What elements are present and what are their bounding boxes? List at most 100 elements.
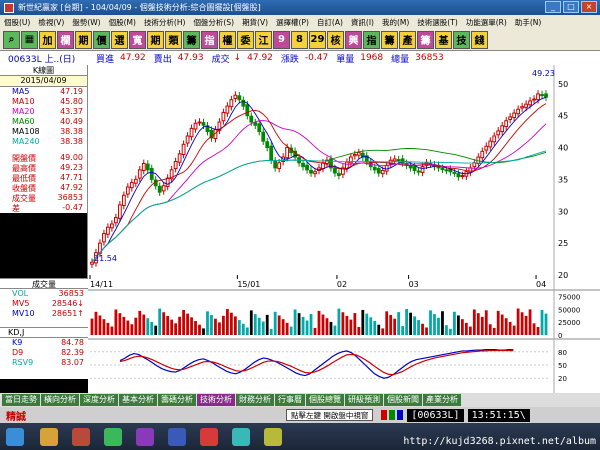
app-icon-3[interactable] <box>136 428 154 446</box>
menu-item-9[interactable]: 資訊(I) <box>347 17 378 28</box>
toolbar-button-0[interactable]: 加 <box>39 30 56 49</box>
menu-item-13[interactable]: 助手(N) <box>511 17 545 28</box>
menu-item-10[interactable]: 我的(M) <box>378 17 413 28</box>
quote-value: -0.47 <box>62 203 83 212</box>
sell-label: 賣出 <box>153 54 172 65</box>
toolbar-button-11[interactable]: 委 <box>237 30 254 49</box>
toolbar-button-3[interactable]: 價 <box>93 30 110 49</box>
toolbar-button-23[interactable]: 技 <box>453 30 470 49</box>
tab-9[interactable]: 研級預測 <box>345 394 383 406</box>
menu-item-12[interactable]: 功能選單(R) <box>462 17 511 28</box>
volume-bar <box>476 313 480 335</box>
quote-row: 最高價 49.23 <box>0 163 87 173</box>
folder-icon[interactable] <box>40 428 58 446</box>
kd-label: K9 <box>12 338 23 347</box>
chart-background <box>88 65 600 393</box>
symbol-label[interactable]: 00633L 上..(日) <box>0 52 88 65</box>
maximize-button[interactable]: □ <box>563 1 579 13</box>
volume-bar <box>365 313 369 335</box>
toolbar-button-22[interactable]: 基 <box>435 30 452 49</box>
tab-4[interactable]: 籌碼分析 <box>158 394 196 406</box>
tab-0[interactable]: 當日走勢 <box>2 394 40 406</box>
toolbar-button-17[interactable]: 興 <box>345 30 362 49</box>
analysis-tabs: 當日走勢 橫向分析 深度分析 基本分析 籌碼分析 技術分析 財務分析 行事曆 個股總覽 研級預測個… <box>0 393 600 407</box>
candle-body <box>504 120 509 127</box>
price-tick-label: 25 <box>558 239 568 248</box>
toolbar-button-15[interactable]: 29 <box>309 30 326 49</box>
toolbar-button-1[interactable]: 欄 <box>57 30 74 49</box>
ma-label: MA60 <box>12 117 35 126</box>
toolbar-button-24[interactable]: 錢 <box>471 30 488 49</box>
tab-2[interactable]: 深度分析 <box>80 394 118 406</box>
toolbar-button-14[interactable]: 8 <box>291 30 308 49</box>
app-icon-4[interactable] <box>168 428 186 446</box>
toolbar-button-8[interactable]: 籌 <box>183 30 200 49</box>
app-icon-1[interactable] <box>72 428 90 446</box>
price-chart[interactable]: 50 45 40 35 30 25 20 14/11 15/01 02 03 04 49.23 21.54… <box>88 65 600 393</box>
menu-item-11[interactable]: 技術選股(T) <box>413 17 461 28</box>
search-icon[interactable]: ⌕ <box>3 30 20 49</box>
lot-value: 1968 <box>360 53 384 63</box>
tab-7[interactable]: 行事曆 <box>275 394 305 406</box>
tab-1[interactable]: 橫向分析 <box>41 394 79 406</box>
menu-item-2[interactable]: 盤勢(W) <box>68 17 104 28</box>
x-tick-label: 14/11 <box>90 280 113 289</box>
quote-label: 最高價 <box>12 164 36 173</box>
candle-body <box>173 161 178 170</box>
candle-body <box>225 105 230 114</box>
volume-bar <box>253 314 257 335</box>
toolbar-button-2[interactable]: 期 <box>75 30 92 49</box>
candle-body <box>532 98 536 101</box>
grid-icon[interactable]: ▦ <box>21 30 38 49</box>
price-tick-label: 35 <box>558 175 568 184</box>
start-icon[interactable] <box>6 428 24 446</box>
toolbar-button-13[interactable]: 9 <box>273 30 290 49</box>
symbol-code[interactable]: [00633L] <box>407 408 464 422</box>
toolbar-button-7[interactable]: 類 <box>165 30 182 49</box>
ma-value: 38.38 <box>60 137 83 146</box>
menu-item-4[interactable]: 技術分析(H) <box>140 17 190 28</box>
tab-5[interactable]: 技術分析 <box>197 394 235 406</box>
tab-8[interactable]: 個股總覽 <box>306 394 344 406</box>
toolbar-button-9[interactable]: 指 <box>201 30 218 49</box>
app-icon-5[interactable] <box>200 428 218 446</box>
menu-item-0[interactable]: 個股(U) <box>0 17 34 28</box>
menu-item-6[interactable]: 期貨(V) <box>238 17 272 28</box>
app-icon-2[interactable] <box>104 428 122 446</box>
menu-item-8[interactable]: 自訂(A) <box>313 17 347 28</box>
toolbar-button-4[interactable]: 選 <box>111 30 128 49</box>
candle-body <box>408 165 413 169</box>
taskbar: http://kujd3268.pixnet.net/album <box>0 423 600 450</box>
quote-value: 47.92 <box>60 183 83 192</box>
toolbar-button-12[interactable]: 江 <box>255 30 272 49</box>
volume-bar <box>373 321 377 335</box>
menu-item-5[interactable]: 個盤分析(S) <box>189 17 238 28</box>
menu-item-7[interactable]: 選擇權(P) <box>272 17 313 28</box>
tab-6[interactable]: 財務分析 <box>236 394 274 406</box>
candle-body <box>520 106 525 109</box>
minimize-button[interactable]: _ <box>545 1 561 13</box>
candle-body <box>309 169 313 174</box>
tab-3[interactable]: 基本分析 <box>119 394 157 406</box>
tab-10[interactable]: 個股新聞 <box>384 394 422 406</box>
menu-item-3[interactable]: 個股(M) <box>105 17 140 28</box>
tab-11[interactable]: 產業分析 <box>423 394 461 406</box>
app-icon-6[interactable] <box>232 428 250 446</box>
candle-body <box>508 116 513 120</box>
close-button[interactable]: × <box>581 1 597 13</box>
toolbar-button-6[interactable]: 期 <box>147 30 164 49</box>
volume-bar <box>429 310 432 335</box>
toolbar-button-21[interactable]: 籌 <box>417 30 434 49</box>
volume-bar <box>118 313 122 335</box>
toolbar-button-5[interactable]: 寬 <box>129 30 146 49</box>
candle-body <box>536 93 540 101</box>
toolbar-button-20[interactable]: 產 <box>399 30 416 49</box>
toolbar-button-19[interactable]: 籌 <box>381 30 398 49</box>
volume-bar <box>106 322 110 335</box>
toolbar-button-16[interactable]: 核 <box>327 30 344 49</box>
candle-body <box>313 171 317 175</box>
app-icon-7[interactable] <box>264 428 282 446</box>
menu-item-1[interactable]: 檢視(V) <box>34 17 68 28</box>
toolbar-button-18[interactable]: 指 <box>363 30 380 49</box>
toolbar-button-10[interactable]: 權 <box>219 30 236 49</box>
